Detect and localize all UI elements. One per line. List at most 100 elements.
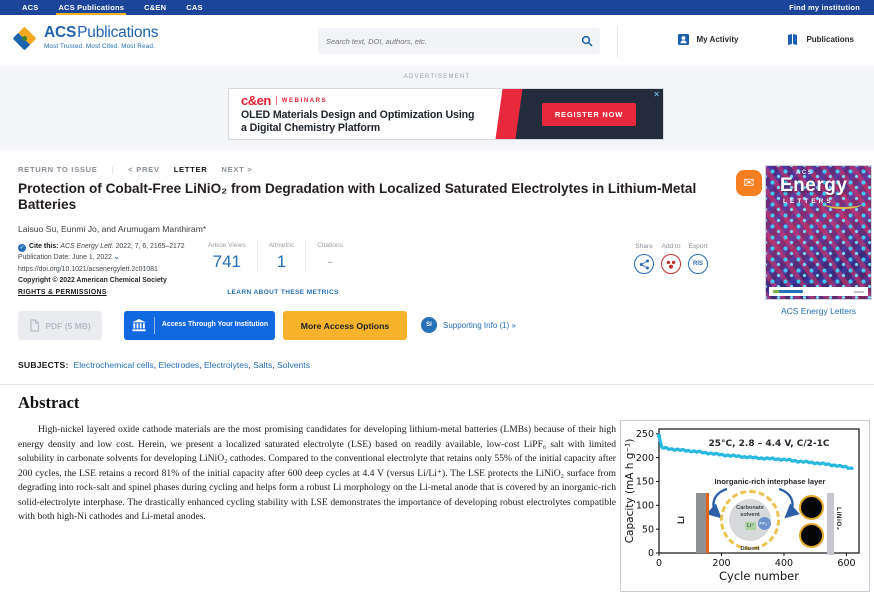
- cite-this-label: Cite this:: [29, 243, 58, 250]
- supporting-info-link[interactable]: Supporting Info (1) »: [443, 321, 516, 330]
- x-axis-label: Cycle number: [719, 569, 799, 583]
- share-nodes-icon: [639, 259, 650, 270]
- subject-links: Electrochemical cells, Electrodes, Elect…: [74, 360, 310, 370]
- more-access-label: More Access Options: [301, 321, 390, 331]
- search-input[interactable]: [318, 37, 574, 46]
- pdf-download-button[interactable]: PDF (5 MB): [18, 311, 102, 340]
- y-axis-label: Capacity (mA h g⁻¹): [624, 439, 636, 544]
- li-anode-bar: [696, 493, 706, 553]
- rights-permissions-link[interactable]: RIGHTS & PERMISSIONS: [18, 287, 107, 298]
- search-bar: [318, 28, 600, 54]
- abstract-heading: Abstract: [18, 393, 79, 413]
- li-ion-chip: Li⁺: [745, 522, 756, 530]
- metric-altmetric: Altmetric 1: [257, 242, 306, 271]
- add-to-mendeley-button[interactable]: [661, 254, 681, 274]
- subject-link[interactable]: Electrodes: [159, 360, 200, 370]
- my-activity-label: My Activity: [697, 35, 739, 44]
- x-tick-label: 200: [712, 558, 730, 569]
- my-activity-icon: [677, 33, 690, 46]
- subject-link[interactable]: Electrolytes: [204, 360, 248, 370]
- li-anode-label: Li: [676, 516, 686, 524]
- section-divider: [0, 384, 874, 385]
- cathode-bar: [827, 493, 834, 555]
- cen-logo: c&en: [241, 95, 271, 106]
- cover-mini-dash: [854, 291, 864, 293]
- my-activity-link[interactable]: My Activity: [677, 33, 739, 46]
- abstract-text: High-nickel layered oxide cathode materi…: [18, 423, 616, 525]
- article-authors[interactable]: Laisuo Su, Eunmi Jo, and Arumugam Manthi…: [18, 224, 206, 234]
- learn-about-metrics-link[interactable]: LEARN ABOUT THESE METRICS: [197, 289, 369, 296]
- register-now-button[interactable]: REGISTER NOW: [542, 103, 636, 126]
- copyright-line: Copyright © 2022 American Chemical Socie…: [18, 275, 203, 286]
- journal-cover-image[interactable]: ACS Energy LETTERS: [765, 165, 872, 300]
- pf6-anion-chip: PF₆⁻: [758, 517, 771, 530]
- share-button[interactable]: [634, 254, 654, 274]
- access-institution-button[interactable]: Access Through Your Institution: [124, 311, 275, 340]
- pdf-button-label: PDF (5 MB): [45, 321, 90, 331]
- topbar-link-acs[interactable]: ACS: [22, 0, 38, 15]
- publications-label: Publications: [806, 35, 854, 44]
- ad-zone: ADVERTISEMENT c&en WEBINARS OLED Materia…: [0, 66, 874, 150]
- cover-energy-text: Energy: [780, 175, 847, 197]
- export-ris-button[interactable]: RIS: [688, 254, 708, 274]
- export-label: Export: [688, 243, 707, 250]
- topbar-link-acs-publications[interactable]: ACS Publications: [58, 0, 124, 15]
- carbonate-solvent-label: Carbonatesolvent: [727, 505, 773, 518]
- logo-tagline: Most Trusted. Most Cited. Most Read.: [44, 43, 158, 50]
- x-tick-label: 600: [837, 558, 855, 569]
- x-tick-label: 400: [775, 558, 793, 569]
- topbar-links: ACS ACS Publications C&EN CAS: [22, 0, 789, 15]
- cite-journal: ACS Energy Lett.: [60, 243, 113, 250]
- return-to-issue-link[interactable]: RETURN TO ISSUE: [18, 165, 98, 174]
- metric-article-views: Article Views 741: [197, 242, 257, 271]
- publications-link[interactable]: Publications: [786, 33, 854, 46]
- li-anode-interphase-stripe: [706, 493, 709, 553]
- institution-button-label: Access Through Your Institution: [155, 321, 275, 330]
- more-access-options-button[interactable]: More Access Options: [283, 311, 407, 340]
- chart-annotation: 25°C, 2.8 – 4.4 V, C/2-1C: [708, 439, 829, 449]
- prev-article-link[interactable]: < PREV: [128, 165, 159, 174]
- topbar-link-c-en[interactable]: C&EN: [144, 0, 166, 15]
- share-tools: Share Add to Export RIS: [634, 243, 708, 274]
- cathode-particle-bottom: [799, 523, 824, 548]
- topbar-link-cas[interactable]: CAS: [186, 0, 202, 15]
- first-cycle-point: [657, 433, 661, 437]
- ad-brand-divider: [276, 96, 277, 105]
- top-nav-bar: ACS ACS Publications C&EN CAS Find my insti…: [0, 0, 874, 15]
- publication-date: Publication Date: June 1, 2022: [18, 254, 112, 261]
- y-tick-label: 50: [642, 524, 654, 535]
- find-institution-link[interactable]: Find my institution: [789, 3, 860, 12]
- nav-divider: |: [112, 165, 115, 174]
- envelope-icon: ✉: [744, 175, 755, 191]
- subject-link[interactable]: Electrochemical cells: [74, 360, 154, 370]
- add-to-label: Add to: [661, 243, 680, 250]
- article-type-label: LETTER: [174, 165, 208, 174]
- cite-check-icon: ✓: [18, 244, 26, 252]
- search-icon: [581, 35, 593, 47]
- inset-title: Inorganic-rich interphase layer: [679, 477, 861, 486]
- search-button[interactable]: [574, 28, 600, 54]
- subject-link[interactable]: Solvents: [277, 360, 310, 370]
- header-divider: [617, 25, 618, 57]
- logo-acs: ACS: [44, 24, 76, 41]
- ris-label: RIS: [693, 261, 703, 267]
- site-header: ACSPublications Most Trusted. Most Cited…: [0, 15, 874, 66]
- ad-close-icon[interactable]: ✕: [653, 90, 660, 99]
- pub-date-caret-icon[interactable]: ⌄: [114, 254, 120, 261]
- next-article-link[interactable]: NEXT >: [221, 165, 252, 174]
- acs-diamond-icon: [12, 26, 36, 50]
- cover-mini-logo: [773, 290, 803, 293]
- institution-bank-icon: [132, 319, 146, 332]
- ad-banner[interactable]: c&en WEBINARS OLED Materials Design and …: [228, 88, 664, 140]
- doi-link[interactable]: https://doi.org/10.1021/acsenergylett.2c…: [18, 264, 203, 275]
- feedback-envelope-button[interactable]: ✉: [736, 170, 762, 196]
- y-tick-label: 150: [636, 477, 654, 488]
- abstract-graphic-figure[interactable]: 050100150200250020040060025°C, 2.8 – 4.4…: [620, 420, 870, 592]
- acs-publications-logo[interactable]: ACSPublications Most Trusted. Most Cited…: [12, 24, 158, 50]
- logo-publications: Publications: [77, 24, 158, 41]
- journal-title-link[interactable]: ACS Energy Letters: [765, 306, 872, 316]
- pdf-file-icon: [29, 319, 40, 332]
- ad-webinars-label: WEBINARS: [282, 98, 327, 104]
- x-tick-label: 0: [656, 558, 662, 569]
- subject-link[interactable]: Salts: [253, 360, 272, 370]
